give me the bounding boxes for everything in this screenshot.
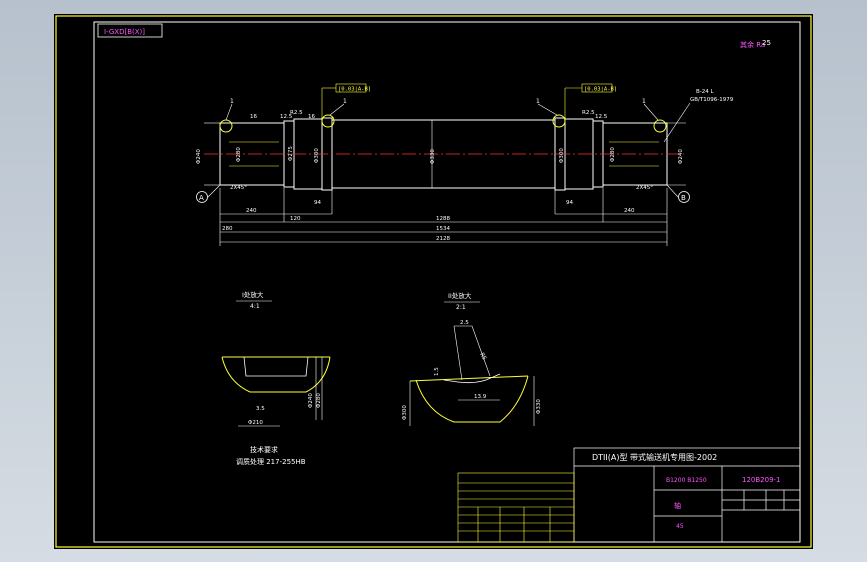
svg-text:1.5: 1.5: [434, 367, 440, 376]
svg-text:94: 94: [566, 200, 573, 206]
svg-text:1534: 1534: [436, 226, 450, 232]
svg-text:R2.5: R2.5: [582, 110, 595, 116]
svg-text:Φ300: Φ300: [559, 148, 565, 163]
svg-text:Φ280: Φ280: [316, 393, 322, 408]
svg-text:240: 240: [246, 208, 257, 214]
svg-text:Φ330: Φ330: [536, 399, 542, 414]
drawing-canvas: I-GXD[B(X)] 其余 Ra 25 1 1 1 1 [0.03|A-B] …: [55, 15, 812, 548]
diameter-labels: Φ240 Φ280 Φ275 Φ300 Φ330 Φ300 Φ280 Φ240: [196, 146, 684, 164]
section-a-detail: I处放大 4:1 Φ240 Φ280 3.5 Φ210: [221, 290, 331, 427]
drawing-sheet: I-GXD[B(X)] 其余 Ra 25 1 1 1 1 [0.03|A-B] …: [54, 14, 813, 549]
cad-viewport[interactable]: I-GXD[B(X)] 其余 Ra 25 1 1 1 1 [0.03|A-B] …: [0, 0, 867, 562]
svg-text:240: 240: [624, 208, 635, 214]
svg-text:16: 16: [308, 114, 315, 120]
outer-frame: [55, 15, 812, 548]
svg-text:120: 120: [290, 216, 301, 222]
tech-requirements-title: 技术要求: [250, 445, 278, 454]
svg-text:3.5: 3.5: [256, 406, 265, 412]
svg-text:Φ330: Φ330: [430, 149, 436, 164]
svg-text:13.9: 13.9: [474, 394, 487, 400]
svg-text:2.5: 2.5: [460, 320, 469, 326]
svg-text:Φ240: Φ240: [678, 149, 684, 164]
signature-grid: [457, 472, 575, 543]
svg-text:4:1: 4:1: [250, 303, 260, 310]
svg-text:R5: R5: [478, 352, 487, 362]
svg-text:12.5: 12.5: [280, 114, 293, 120]
keyway-standard: GB/T1096-1979: [690, 97, 734, 103]
svg-text:94: 94: [314, 200, 321, 206]
material: 45: [676, 523, 684, 530]
svg-text:I处放大: I处放大: [242, 290, 264, 299]
svg-text:II处放大: II处放大: [448, 291, 472, 300]
svg-text:Φ240: Φ240: [308, 393, 314, 408]
svg-text:16: 16: [250, 114, 257, 120]
datum-a: A: [199, 194, 204, 202]
svg-text:Φ300: Φ300: [402, 405, 408, 420]
part-code: B1200 B1250: [666, 477, 707, 484]
svg-text:2128: 2128: [436, 236, 450, 242]
svg-text:2:1: 2:1: [456, 304, 466, 311]
svg-text:1288: 1288: [436, 216, 450, 222]
tech-requirements-line: 调质处理 217-255HB: [236, 457, 306, 466]
chamfer-right: 2X45°: [636, 185, 653, 191]
section-b-detail: II处放大 2:1 2.5 R5 1.5 Φ300 Φ330 13.9: [402, 291, 542, 426]
roughness-value: 25: [762, 39, 771, 47]
svg-text:Φ280: Φ280: [610, 147, 616, 162]
svg-text:Φ300: Φ300: [314, 148, 320, 163]
svg-text:Φ210: Φ210: [248, 420, 263, 426]
title-block: [573, 447, 801, 543]
balloon-4: 1: [642, 98, 646, 105]
drawing-number: 120B209-1: [742, 476, 781, 484]
tolerance-right: [0.03|A-B]: [584, 87, 617, 93]
chamfer-left: 2X45°: [230, 185, 247, 191]
datum-b: B: [681, 194, 686, 202]
keyway-label: B-24 L: [696, 89, 715, 95]
part-name: 轴: [674, 501, 681, 510]
svg-text:Φ240: Φ240: [196, 149, 202, 164]
balloon-3: 1: [536, 98, 540, 105]
corner-tag: I-GXD[B(X)]: [104, 28, 145, 36]
svg-text:Φ275: Φ275: [288, 146, 294, 161]
svg-text:280: 280: [222, 226, 233, 232]
balloon-1: 1: [230, 98, 234, 105]
tolerance-left: [0.03|A-B]: [338, 87, 371, 93]
svg-text:Φ280: Φ280: [236, 147, 242, 162]
svg-text:12.5: 12.5: [595, 114, 608, 120]
project-title: DTII(A)型 带式输送机专用图-2002: [592, 452, 717, 462]
